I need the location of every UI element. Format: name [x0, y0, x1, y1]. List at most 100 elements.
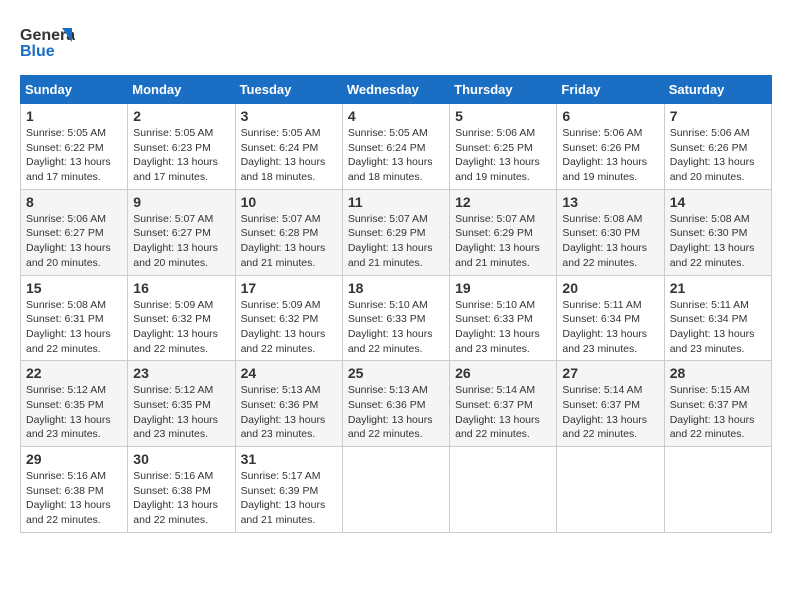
day-number: 20 [562, 280, 658, 296]
calendar-cell: 21 Sunrise: 5:11 AMSunset: 6:34 PMDaylig… [664, 275, 771, 361]
day-info: Sunrise: 5:16 AMSunset: 6:38 PMDaylight:… [26, 470, 111, 526]
day-number: 31 [241, 451, 337, 467]
calendar-cell: 1 Sunrise: 5:05 AMSunset: 6:22 PMDayligh… [21, 104, 128, 190]
day-info: Sunrise: 5:10 AMSunset: 6:33 PMDaylight:… [455, 299, 540, 355]
dow-wednesday: Wednesday [342, 76, 449, 104]
day-info: Sunrise: 5:11 AMSunset: 6:34 PMDaylight:… [562, 299, 647, 355]
day-info: Sunrise: 5:11 AMSunset: 6:34 PMDaylight:… [670, 299, 755, 355]
day-info: Sunrise: 5:08 AMSunset: 6:30 PMDaylight:… [562, 213, 647, 269]
day-number: 10 [241, 194, 337, 210]
day-number: 7 [670, 108, 766, 124]
day-info: Sunrise: 5:17 AMSunset: 6:39 PMDaylight:… [241, 470, 326, 526]
day-number: 29 [26, 451, 122, 467]
calendar-cell [664, 447, 771, 533]
day-number: 1 [26, 108, 122, 124]
day-number: 13 [562, 194, 658, 210]
calendar-cell: 31 Sunrise: 5:17 AMSunset: 6:39 PMDaylig… [235, 447, 342, 533]
calendar-cell: 18 Sunrise: 5:10 AMSunset: 6:33 PMDaylig… [342, 275, 449, 361]
day-number: 22 [26, 365, 122, 381]
calendar-cell: 3 Sunrise: 5:05 AMSunset: 6:24 PMDayligh… [235, 104, 342, 190]
day-info: Sunrise: 5:06 AMSunset: 6:26 PMDaylight:… [670, 127, 755, 183]
days-of-week-header: SundayMondayTuesdayWednesdayThursdayFrid… [21, 76, 772, 104]
day-info: Sunrise: 5:10 AMSunset: 6:33 PMDaylight:… [348, 299, 433, 355]
day-number: 2 [133, 108, 229, 124]
day-info: Sunrise: 5:06 AMSunset: 6:27 PMDaylight:… [26, 213, 111, 269]
day-info: Sunrise: 5:07 AMSunset: 6:27 PMDaylight:… [133, 213, 218, 269]
day-info: Sunrise: 5:07 AMSunset: 6:28 PMDaylight:… [241, 213, 326, 269]
calendar-cell: 19 Sunrise: 5:10 AMSunset: 6:33 PMDaylig… [450, 275, 557, 361]
day-info: Sunrise: 5:08 AMSunset: 6:30 PMDaylight:… [670, 213, 755, 269]
calendar-body: 1 Sunrise: 5:05 AMSunset: 6:22 PMDayligh… [21, 104, 772, 533]
calendar-cell: 11 Sunrise: 5:07 AMSunset: 6:29 PMDaylig… [342, 189, 449, 275]
day-number: 8 [26, 194, 122, 210]
calendar-week-4: 22 Sunrise: 5:12 AMSunset: 6:35 PMDaylig… [21, 361, 772, 447]
dow-thursday: Thursday [450, 76, 557, 104]
logo-icon: General Blue [20, 20, 75, 65]
day-info: Sunrise: 5:16 AMSunset: 6:38 PMDaylight:… [133, 470, 218, 526]
day-number: 11 [348, 194, 444, 210]
day-number: 24 [241, 365, 337, 381]
calendar-cell: 2 Sunrise: 5:05 AMSunset: 6:23 PMDayligh… [128, 104, 235, 190]
page-header: General Blue [20, 20, 772, 65]
calendar-cell: 10 Sunrise: 5:07 AMSunset: 6:28 PMDaylig… [235, 189, 342, 275]
calendar-cell: 16 Sunrise: 5:09 AMSunset: 6:32 PMDaylig… [128, 275, 235, 361]
svg-text:Blue: Blue [20, 43, 55, 60]
day-info: Sunrise: 5:15 AMSunset: 6:37 PMDaylight:… [670, 384, 755, 440]
calendar-cell [557, 447, 664, 533]
day-info: Sunrise: 5:05 AMSunset: 6:23 PMDaylight:… [133, 127, 218, 183]
day-number: 3 [241, 108, 337, 124]
calendar-cell: 28 Sunrise: 5:15 AMSunset: 6:37 PMDaylig… [664, 361, 771, 447]
dow-monday: Monday [128, 76, 235, 104]
calendar-cell: 25 Sunrise: 5:13 AMSunset: 6:36 PMDaylig… [342, 361, 449, 447]
calendar-cell [342, 447, 449, 533]
day-number: 17 [241, 280, 337, 296]
day-number: 23 [133, 365, 229, 381]
day-number: 25 [348, 365, 444, 381]
calendar-cell [450, 447, 557, 533]
day-info: Sunrise: 5:08 AMSunset: 6:31 PMDaylight:… [26, 299, 111, 355]
dow-tuesday: Tuesday [235, 76, 342, 104]
day-number: 4 [348, 108, 444, 124]
day-number: 30 [133, 451, 229, 467]
calendar-cell: 20 Sunrise: 5:11 AMSunset: 6:34 PMDaylig… [557, 275, 664, 361]
dow-sunday: Sunday [21, 76, 128, 104]
day-number: 5 [455, 108, 551, 124]
day-number: 19 [455, 280, 551, 296]
day-info: Sunrise: 5:06 AMSunset: 6:26 PMDaylight:… [562, 127, 647, 183]
day-number: 21 [670, 280, 766, 296]
day-info: Sunrise: 5:13 AMSunset: 6:36 PMDaylight:… [348, 384, 433, 440]
calendar-cell: 29 Sunrise: 5:16 AMSunset: 6:38 PMDaylig… [21, 447, 128, 533]
calendar-week-3: 15 Sunrise: 5:08 AMSunset: 6:31 PMDaylig… [21, 275, 772, 361]
calendar-cell: 12 Sunrise: 5:07 AMSunset: 6:29 PMDaylig… [450, 189, 557, 275]
dow-saturday: Saturday [664, 76, 771, 104]
calendar-cell: 4 Sunrise: 5:05 AMSunset: 6:24 PMDayligh… [342, 104, 449, 190]
day-info: Sunrise: 5:05 AMSunset: 6:24 PMDaylight:… [241, 127, 326, 183]
day-info: Sunrise: 5:09 AMSunset: 6:32 PMDaylight:… [133, 299, 218, 355]
day-info: Sunrise: 5:09 AMSunset: 6:32 PMDaylight:… [241, 299, 326, 355]
calendar-week-5: 29 Sunrise: 5:16 AMSunset: 6:38 PMDaylig… [21, 447, 772, 533]
day-info: Sunrise: 5:14 AMSunset: 6:37 PMDaylight:… [562, 384, 647, 440]
calendar-cell: 23 Sunrise: 5:12 AMSunset: 6:35 PMDaylig… [128, 361, 235, 447]
day-info: Sunrise: 5:12 AMSunset: 6:35 PMDaylight:… [26, 384, 111, 440]
day-info: Sunrise: 5:05 AMSunset: 6:24 PMDaylight:… [348, 127, 433, 183]
calendar-week-2: 8 Sunrise: 5:06 AMSunset: 6:27 PMDayligh… [21, 189, 772, 275]
day-number: 6 [562, 108, 658, 124]
day-info: Sunrise: 5:12 AMSunset: 6:35 PMDaylight:… [133, 384, 218, 440]
day-number: 16 [133, 280, 229, 296]
day-number: 27 [562, 365, 658, 381]
day-info: Sunrise: 5:14 AMSunset: 6:37 PMDaylight:… [455, 384, 540, 440]
day-number: 14 [670, 194, 766, 210]
day-info: Sunrise: 5:07 AMSunset: 6:29 PMDaylight:… [348, 213, 433, 269]
calendar-cell: 5 Sunrise: 5:06 AMSunset: 6:25 PMDayligh… [450, 104, 557, 190]
calendar-cell: 27 Sunrise: 5:14 AMSunset: 6:37 PMDaylig… [557, 361, 664, 447]
day-number: 18 [348, 280, 444, 296]
calendar-cell: 7 Sunrise: 5:06 AMSunset: 6:26 PMDayligh… [664, 104, 771, 190]
calendar-table: SundayMondayTuesdayWednesdayThursdayFrid… [20, 75, 772, 533]
day-info: Sunrise: 5:13 AMSunset: 6:36 PMDaylight:… [241, 384, 326, 440]
day-info: Sunrise: 5:07 AMSunset: 6:29 PMDaylight:… [455, 213, 540, 269]
calendar-cell: 8 Sunrise: 5:06 AMSunset: 6:27 PMDayligh… [21, 189, 128, 275]
day-number: 28 [670, 365, 766, 381]
calendar-cell: 13 Sunrise: 5:08 AMSunset: 6:30 PMDaylig… [557, 189, 664, 275]
day-number: 26 [455, 365, 551, 381]
day-number: 9 [133, 194, 229, 210]
